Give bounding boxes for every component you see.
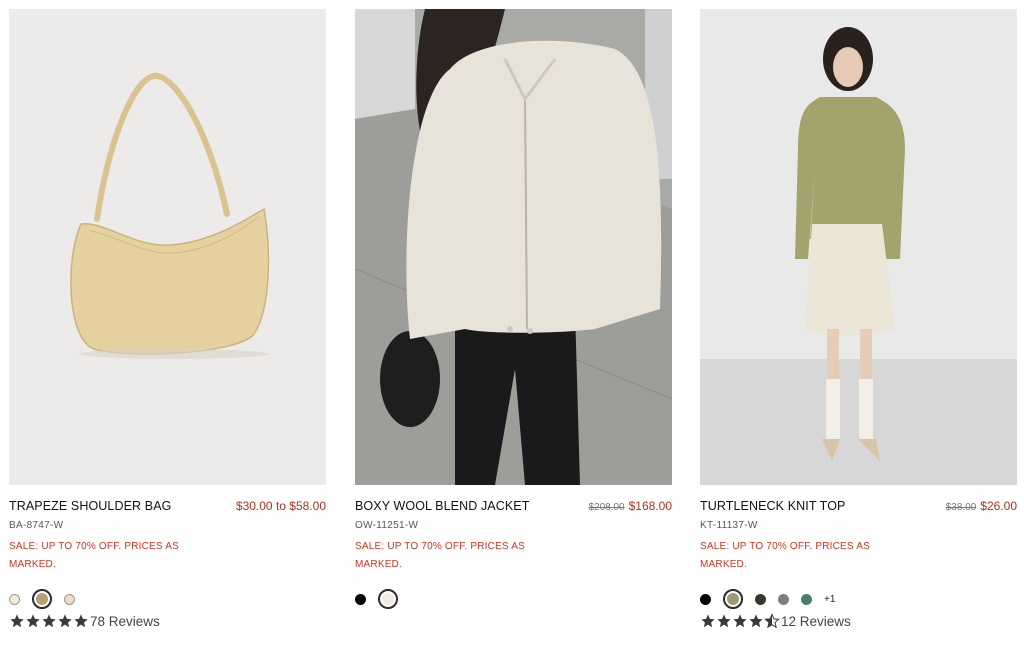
review-count[interactable]: 12 Reviews: [781, 614, 851, 629]
product-sku: BA-8747-W: [9, 520, 64, 531]
product-name[interactable]: TURTLENECK KNIT TOP: [700, 499, 845, 513]
color-swatch-selected[interactable]: [723, 589, 743, 609]
color-swatch[interactable]: [64, 593, 75, 605]
star-icon: [749, 614, 763, 628]
star-icon: [701, 614, 715, 628]
color-swatches: [9, 589, 87, 609]
product-image-bag[interactable]: [9, 9, 326, 485]
star-icon: [74, 614, 88, 628]
product-card-turtleneck-knit-top[interactable]: TURTLENECK KNIT TOP $38.00 $26.00 KT-1113…: [700, 9, 1017, 639]
star-rating: [700, 613, 780, 629]
star-icon: [26, 614, 40, 628]
rating[interactable]: 12 Reviews: [700, 612, 851, 630]
color-swatch[interactable]: [755, 593, 766, 605]
rating[interactable]: 78 Reviews: [9, 612, 160, 630]
product-card-trapeze-shoulder-bag[interactable]: TRAPEZE SHOULDER BAG $30.00 to $58.00 BA…: [9, 9, 326, 639]
color-swatches: [355, 589, 410, 609]
product-name[interactable]: TRAPEZE SHOULDER BAG: [9, 499, 171, 513]
product-name[interactable]: BOXY WOOL BLEND JACKET: [355, 499, 529, 513]
turtleneck-photo: [700, 9, 1017, 485]
sale-promo-text: SALE: UP TO 70% OFF. PRICES AS MARKED.: [9, 541, 179, 570]
color-swatch[interactable]: [9, 593, 20, 605]
color-swatch-selected[interactable]: [378, 589, 398, 609]
sale-price: $26.00: [980, 499, 1017, 513]
more-colors-link[interactable]: +1: [824, 594, 835, 605]
star-icon: [733, 614, 747, 628]
star-icon: [10, 614, 24, 628]
color-swatch-selected[interactable]: [32, 589, 52, 609]
product-card-boxy-wool-blend-jacket[interactable]: BOXY WOOL BLEND JACKET $208.00 $168.00 OW…: [355, 9, 672, 639]
review-count[interactable]: 78 Reviews: [90, 614, 160, 629]
star-icon: [717, 614, 731, 628]
jacket-photo: [355, 9, 672, 485]
original-price: $38.00: [945, 502, 977, 513]
star-icon: [58, 614, 72, 628]
price-range: $30.00 to $58.00: [235, 499, 326, 513]
price: $38.00 $26.00: [946, 499, 1017, 513]
star-rating: [9, 613, 89, 629]
price: $208.00 $168.00: [588, 499, 672, 513]
original-price: $208.00: [588, 502, 625, 513]
color-swatch[interactable]: [801, 593, 812, 605]
color-swatch[interactable]: [778, 593, 789, 605]
product-image-jacket[interactable]: [355, 9, 672, 485]
sale-promo-text: SALE: UP TO 70% OFF. PRICES AS MARKED.: [700, 541, 870, 570]
bag-photo: [9, 9, 326, 485]
half-star-icon: [764, 613, 780, 629]
color-swatch[interactable]: [355, 593, 366, 605]
color-swatches: +1: [700, 589, 835, 609]
product-sku: OW-11251-W: [355, 520, 419, 531]
color-swatch[interactable]: [700, 593, 711, 605]
sale-price: $168.00: [628, 499, 672, 513]
product-image-top[interactable]: [700, 9, 1017, 485]
sale-promo-text: SALE: UP TO 70% OFF. PRICES AS MARKED.: [355, 541, 525, 570]
star-icon: [42, 614, 56, 628]
product-sku: KT-11137-W: [700, 520, 758, 531]
